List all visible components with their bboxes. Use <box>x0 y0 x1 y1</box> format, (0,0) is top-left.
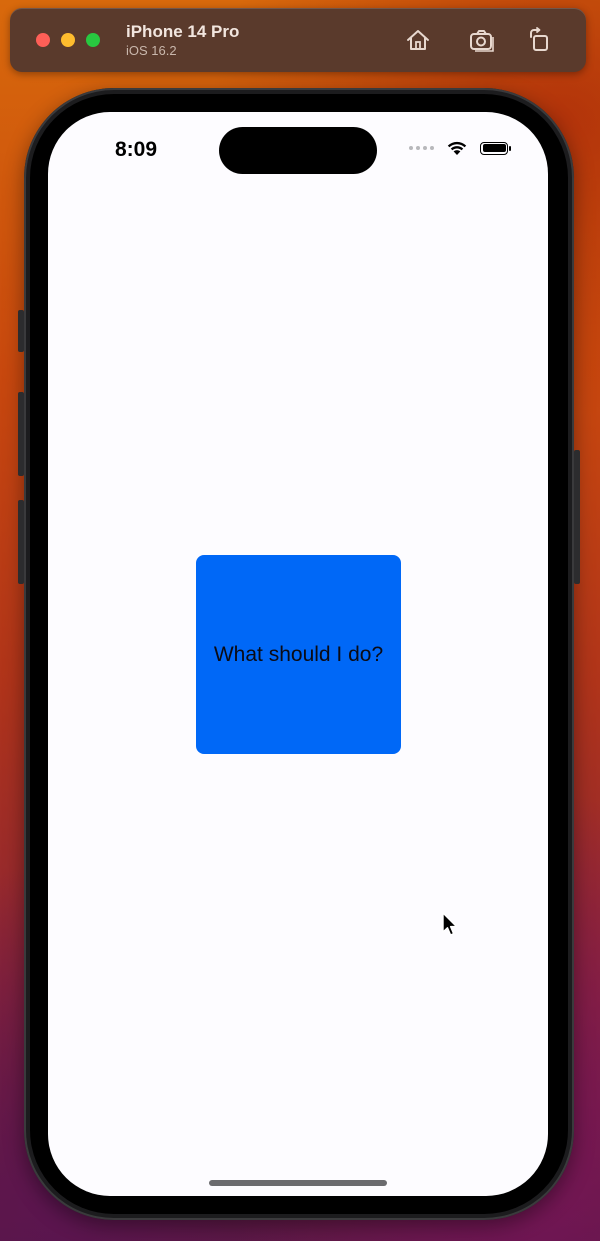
home-button[interactable] <box>403 26 433 54</box>
screenshot-button[interactable] <box>467 26 497 54</box>
cellular-dots-icon <box>409 146 434 150</box>
status-time: 8:09 <box>115 138 158 161</box>
volume-up-button[interactable] <box>18 392 24 476</box>
rotate-button[interactable] <box>525 26 555 54</box>
volume-down-button[interactable] <box>18 500 24 584</box>
mouse-cursor-icon <box>442 912 458 936</box>
status-indicators <box>409 140 511 156</box>
dynamic-island <box>219 127 377 174</box>
screenshot-icon <box>470 30 494 52</box>
wifi-icon <box>447 141 467 155</box>
device-name: iPhone 14 Pro <box>126 22 240 41</box>
rotate-icon <box>530 27 548 51</box>
home-indicator[interactable] <box>209 1180 387 1186</box>
device-screen: 8:09 What should I do? <box>48 112 548 1196</box>
simulator-titlebar: iPhone 14 Pro iOS 16.2 <box>10 8 586 72</box>
os-version: iOS 16.2 <box>126 43 177 58</box>
what-should-i-do-label: What should I do? <box>213 642 384 666</box>
silent-switch[interactable] <box>18 310 24 352</box>
minimize-window-button[interactable] <box>61 33 75 47</box>
what-should-i-do-button[interactable]: What should I do? <box>196 555 401 754</box>
zoom-window-button[interactable] <box>86 33 100 47</box>
close-window-button[interactable] <box>36 33 50 47</box>
power-button[interactable] <box>574 450 580 584</box>
battery-icon <box>480 141 511 155</box>
home-icon <box>407 30 429 50</box>
